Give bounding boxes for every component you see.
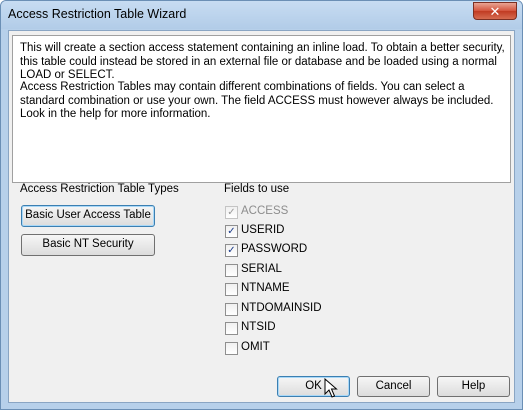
serial-label: SERIAL [241, 263, 282, 275]
close-button[interactable]: ✕ [473, 2, 517, 20]
fields-label: Fields to use [224, 183, 290, 195]
ntsid-checkbox[interactable] [225, 322, 238, 335]
wizard-window: Access Restriction Table Wizard ✕ This w… [0, 0, 523, 410]
access-checkbox[interactable]: ✓ [225, 206, 238, 219]
ok-button[interactable]: OK [277, 376, 350, 397]
info-panel: This will create a section access statem… [12, 35, 511, 183]
info-paragraph-2: Access Restriction Tables may contain di… [20, 81, 494, 120]
basic-nt-security-button[interactable]: Basic NT Security [21, 234, 155, 256]
ntsid-label: NTSID [241, 321, 276, 333]
check-icon: ✓ [227, 207, 236, 218]
info-paragraph-1: This will create a section access statem… [20, 42, 505, 81]
userid-checkbox[interactable]: ✓ [225, 225, 238, 238]
title-bar[interactable]: Access Restriction Table Wizard ✕ [1, 1, 522, 29]
omit-checkbox[interactable] [225, 342, 238, 355]
check-icon: ✓ [227, 226, 236, 237]
window-title: Access Restriction Table Wizard [8, 7, 187, 21]
serial-checkbox[interactable] [225, 264, 238, 277]
access-label: ACCESS [241, 205, 289, 217]
ntname-checkbox[interactable] [225, 283, 238, 296]
password-checkbox[interactable]: ✓ [225, 244, 238, 257]
mouse-cursor-icon [324, 378, 338, 398]
help-button[interactable]: Help [437, 376, 510, 397]
password-label: PASSWORD [241, 243, 308, 255]
ntname-label: NTNAME [241, 282, 290, 294]
ntdomainsid-checkbox[interactable] [225, 303, 238, 316]
check-icon: ✓ [227, 245, 236, 256]
basic-user-access-table-button[interactable]: Basic User Access Table [21, 205, 155, 227]
cancel-button[interactable]: Cancel [357, 376, 430, 397]
userid-label: USERID [241, 224, 285, 236]
types-label: Access Restriction Table Types [20, 183, 179, 195]
dialog-body: This will create a section access statem… [8, 30, 515, 403]
close-icon: ✕ [489, 4, 501, 19]
ntdomainsid-label: NTDOMAINSID [241, 302, 322, 314]
omit-label: OMIT [241, 341, 270, 353]
